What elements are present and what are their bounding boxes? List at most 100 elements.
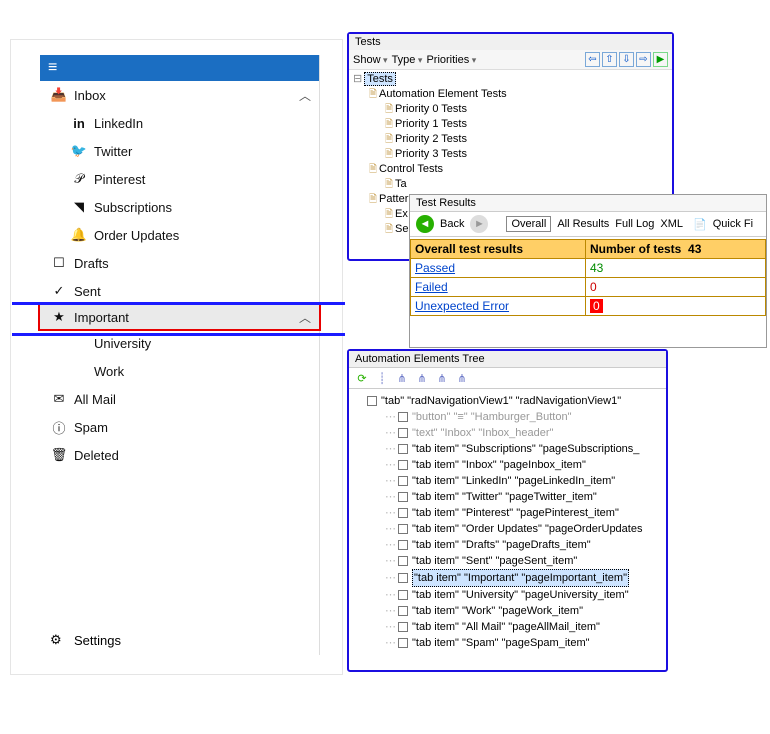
sidebar-item-drafts[interactable]: ☐ Drafts	[40, 249, 319, 277]
tree-node[interactable]: ⋯"tab item" "Subscriptions" "pageSubscri…	[353, 441, 662, 457]
sidebar-item-inbox[interactable]: 📥 Inbox ︿	[40, 81, 319, 109]
nav-label: Subscriptions	[94, 200, 172, 215]
tab-xml[interactable]: XML	[660, 218, 683, 230]
sidebar-item-pinterest[interactable]: 𝒫 Pinterest	[40, 165, 319, 193]
nav-label: All Mail	[74, 392, 116, 407]
sidebar-item-subscriptions[interactable]: ◥ Subscriptions	[40, 193, 319, 221]
back-icon[interactable]: ◄	[416, 215, 434, 233]
important-icon: ★	[50, 309, 68, 325]
nav-label: Pinterest	[94, 172, 145, 187]
tree1-icon[interactable]: ⋔	[395, 371, 409, 385]
tree-node[interactable]: ⋯"tab item" "Twitter" "pageTwitter_item"	[353, 489, 662, 505]
tree-node[interactable]: ⋯"tab item" "Work" "pageWork_item"	[353, 603, 662, 619]
tab-full-log[interactable]: Full Log	[615, 218, 654, 230]
tree-node[interactable]: ⋯"tab item" "University" "pageUniversity…	[353, 587, 662, 603]
chevron-up-icon[interactable]: ︿	[299, 309, 311, 326]
sidebar: ≡ 📥 Inbox ︿ inLinkedIn 🐦 Twitter 𝒫 Pinterest ◥ Su…	[40, 55, 320, 655]
inbox-icon: 📥	[50, 87, 68, 103]
tree-node[interactable]: ⋯"tab item" "Pinterest" "pagePinterest_i…	[353, 505, 662, 521]
highlight-bar	[12, 302, 345, 305]
sidebar-item-deleted[interactable]: 🗑Deleted	[40, 441, 319, 469]
sidebar-item-twitter[interactable]: 🐦 Twitter	[40, 137, 319, 165]
tree-node[interactable]: ⋯"tab item" "LinkedIn" "pageLinkedIn_ite…	[353, 473, 662, 489]
sent-icon: ✓	[50, 283, 68, 299]
hamburger-bar: ≡	[40, 55, 319, 81]
spam-icon: ⓘ	[50, 418, 68, 437]
arrow-up-icon[interactable]: ⇧	[602, 52, 617, 67]
failed-value: 0	[586, 278, 766, 297]
tree-node[interactable]: ⋯"tab item" "Drafts" "pageDrafts_item"	[353, 537, 662, 553]
show-dropdown[interactable]: Show	[353, 54, 388, 66]
passed-value: 43	[586, 259, 766, 278]
tree2-icon[interactable]: ⋔	[415, 371, 429, 385]
sidebar-item-linkedin[interactable]: inLinkedIn	[40, 109, 319, 137]
tests-panel-title: Tests	[349, 34, 672, 50]
results-toolbar: ◄ Back ► Overall All Results Full Log XM…	[410, 212, 766, 237]
nav-label: Deleted	[74, 448, 119, 463]
nav-list: 📥 Inbox ︿ inLinkedIn 🐦 Twitter 𝒫 Pinterest ◥ Subs…	[40, 81, 319, 469]
order-updates-icon: 🔔	[70, 227, 88, 243]
nav-label: University	[94, 336, 151, 351]
automation-tree[interactable]: "tab" "radNavigationView1" "radNavigatio…	[349, 389, 666, 655]
tree-node[interactable]: ⋯"tab item" "All Mail" "pageAllMail_item…	[353, 619, 662, 635]
all-mail-icon: ✉	[50, 391, 68, 407]
priorities-dropdown[interactable]: Priorities	[426, 54, 476, 66]
nav-label: Sent	[74, 284, 101, 299]
type-dropdown[interactable]: Type	[392, 54, 423, 66]
results-table: Overall test results Number of tests 43 …	[410, 239, 766, 316]
automation-tree-panel: Automation Elements Tree ⟳ ┊ ⋔ ⋔ ⋔ ⋔ "ta…	[347, 349, 668, 672]
twitter-icon: 🐦	[70, 143, 88, 159]
sidebar-item-important[interactable]: ★ Important ︿	[38, 303, 321, 331]
tree-node[interactable]: ⋯"tab item" "Order Updates" "pageOrderUp…	[353, 521, 662, 537]
sidebar-item-settings[interactable]: ⚙ Settings	[40, 625, 319, 655]
tree-node[interactable]: ⋯"text" "Inbox" "Inbox_header"	[353, 425, 662, 441]
error-link[interactable]: Unexpected Error	[415, 299, 509, 313]
tree-node[interactable]: ⋯"tab item" "Spam" "pageSpam_item"	[353, 635, 662, 651]
forward-icon: ►	[470, 215, 488, 233]
pinterest-icon: 𝒫	[70, 171, 88, 187]
tab-overall[interactable]: Overall	[506, 216, 551, 232]
row-error: Unexpected Error 0	[411, 297, 766, 316]
sidebar-item-order-updates[interactable]: 🔔 Order Updates	[40, 221, 319, 249]
settings-label: Settings	[74, 633, 121, 648]
tab-all-results[interactable]: All Results	[557, 218, 609, 230]
col-overall: Overall test results	[411, 240, 586, 259]
nav-label: LinkedIn	[94, 116, 143, 131]
tests-toolbar: Show Type Priorities ⇦ ⇧ ⇩ ⇨ ▶	[349, 50, 672, 70]
tab-quick[interactable]: Quick Fi	[713, 218, 753, 230]
auto-toolbar: ⟳ ┊ ⋔ ⋔ ⋔ ⋔	[349, 367, 666, 389]
subscriptions-icon: ◥	[70, 199, 88, 215]
nav-label: Spam	[74, 420, 108, 435]
back-label[interactable]: Back	[440, 218, 464, 230]
failed-link[interactable]: Failed	[415, 280, 448, 294]
nav-label: Important	[74, 310, 129, 325]
run-icon[interactable]: ▶	[653, 52, 668, 67]
nav-label: Drafts	[74, 256, 109, 271]
nav-label: Inbox	[74, 88, 106, 103]
sidebar-item-spam[interactable]: ⓘ Spam	[40, 413, 319, 441]
arrow-down-icon[interactable]: ⇩	[619, 52, 634, 67]
tree-node[interactable]: ⋯"tab item" "Sent" "pageSent_item"	[353, 553, 662, 569]
tree-node[interactable]: ⋯"tab item" "Inbox" "pageInbox_item"	[353, 457, 662, 473]
col-count: Number of tests 43	[586, 240, 766, 259]
row-failed: Failed 0	[411, 278, 766, 297]
arrow-left-icon[interactable]: ⇦	[585, 52, 600, 67]
nav-label: Work	[94, 364, 124, 379]
refresh-icon[interactable]: ⟳	[355, 371, 369, 385]
passed-link[interactable]: Passed	[415, 261, 455, 275]
sidebar-item-sent[interactable]: ✓ Sent	[40, 277, 319, 305]
sidebar-item-work[interactable]: Work	[40, 357, 319, 385]
focus-icon[interactable]: ┊	[375, 371, 389, 385]
hamburger-icon[interactable]: ≡	[48, 59, 57, 77]
nav-label: Twitter	[94, 144, 132, 159]
sidebar-item-all-mail[interactable]: ✉ All Mail	[40, 385, 319, 413]
drafts-icon: ☐	[50, 255, 68, 271]
nav-label: Order Updates	[94, 228, 179, 243]
tree3-icon[interactable]: ⋔	[435, 371, 449, 385]
chevron-up-icon[interactable]: ︿	[299, 87, 311, 104]
tree-node[interactable]: ⋯"button" "≡" "Hamburger_Button"	[353, 409, 662, 425]
tree4-icon[interactable]: ⋔	[455, 371, 469, 385]
tree-root[interactable]: "tab" "radNavigationView1" "radNavigatio…	[353, 393, 662, 409]
tree-node[interactable]: ⋯"tab item" "Important" "pageImportant_i…	[353, 569, 662, 587]
arrow-right-icon[interactable]: ⇨	[636, 52, 651, 67]
